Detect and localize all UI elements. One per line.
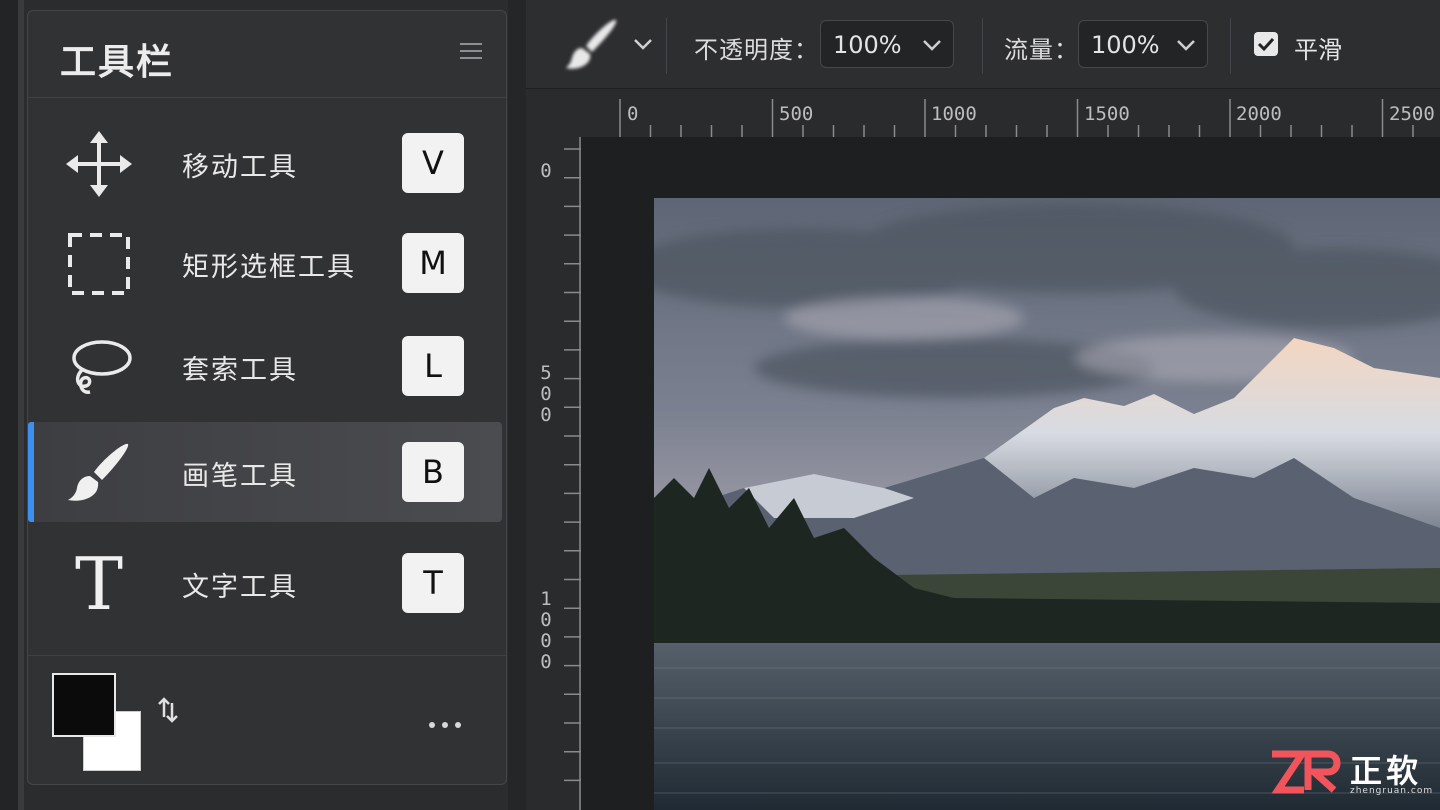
flow-label: 流量： [1004, 36, 1079, 64]
flow-value: 100% [1091, 31, 1160, 59]
panel-menu-icon[interactable] [460, 43, 482, 61]
move-icon [64, 129, 134, 199]
separator [982, 18, 983, 74]
swap-colors-icon[interactable] [156, 695, 182, 725]
tool-text[interactable]: T 文字工具 T [28, 533, 502, 633]
ruler-label: 1000 [931, 103, 977, 125]
chevron-down-icon[interactable] [632, 34, 654, 54]
ruler-label: 500 [540, 362, 552, 426]
ruler-label: 1000 [540, 588, 552, 673]
watermark-url: zhengruan.com [1350, 786, 1434, 796]
options-bar: 不透明度： 100% 流量： 100% 平滑 [526, 0, 1440, 89]
chevron-down-icon [921, 37, 943, 53]
panel-gap [508, 0, 526, 810]
panel-header: 工具栏 [28, 11, 506, 98]
shortcut-badge: L [402, 336, 464, 396]
opacity-select[interactable]: 100% [820, 20, 954, 68]
shortcut-badge: B [402, 442, 464, 502]
tool-rect-marquee[interactable]: 矩形选框工具 M [28, 213, 502, 313]
tool-move[interactable]: 移动工具 V [28, 113, 502, 213]
ruler-label: 2000 [1236, 103, 1282, 125]
tool-brush[interactable]: 画笔工具 B [28, 422, 502, 522]
shortcut-badge: T [402, 553, 464, 613]
ruler-label: 0 [540, 160, 552, 182]
tool-label: 文字工具 [182, 572, 298, 603]
tool-label: 移动工具 [182, 152, 298, 183]
smooth-label: 平滑 [1294, 36, 1342, 64]
panel-divider [28, 655, 506, 656]
tool-label: 画笔工具 [182, 461, 298, 492]
smooth-checkbox[interactable] [1254, 32, 1278, 56]
canvas-image[interactable] [654, 198, 1440, 810]
brush-preset-icon[interactable] [564, 16, 620, 72]
opacity-label: 不透明度： [694, 36, 819, 64]
more-options-icon[interactable] [428, 715, 462, 728]
separator [1230, 18, 1231, 74]
tool-label: 套索工具 [182, 355, 298, 386]
tool-label: 矩形选框工具 [182, 252, 356, 283]
ruler-label: 500 [779, 103, 814, 125]
ruler-label: 0 [627, 103, 639, 125]
separator [666, 18, 667, 74]
foreground-color-swatch[interactable] [52, 673, 116, 737]
shortcut-badge: V [402, 133, 464, 193]
ruler-label: 2500 [1389, 103, 1435, 125]
left-edge-strip [0, 0, 24, 810]
ruler-corner [526, 89, 580, 137]
rect-marquee-icon [64, 229, 134, 299]
opacity-value: 100% [833, 31, 902, 59]
text-icon: T [74, 542, 124, 626]
chevron-down-icon [1175, 37, 1197, 53]
shortcut-badge: M [402, 233, 464, 293]
tool-lasso[interactable]: 套索工具 L [28, 316, 502, 416]
brush-icon [64, 438, 134, 508]
ruler-label: 1500 [1084, 103, 1130, 125]
panel-title: 工具栏 [60, 42, 175, 83]
toolbox-panel: 工具栏 移动工具 V 矩形选框工具 M 套索工具 L 画笔工具 B T 文字工具… [27, 10, 507, 785]
ruler-horizontal: 0 500 1000 1500 2000 2500 [580, 89, 1440, 137]
ruler-vertical: 0 500 1000 [526, 137, 581, 810]
flow-select[interactable]: 100% [1078, 20, 1208, 68]
lasso-icon [64, 332, 134, 402]
watermark-logo: 正软 zhengruan.com [1268, 746, 1436, 798]
